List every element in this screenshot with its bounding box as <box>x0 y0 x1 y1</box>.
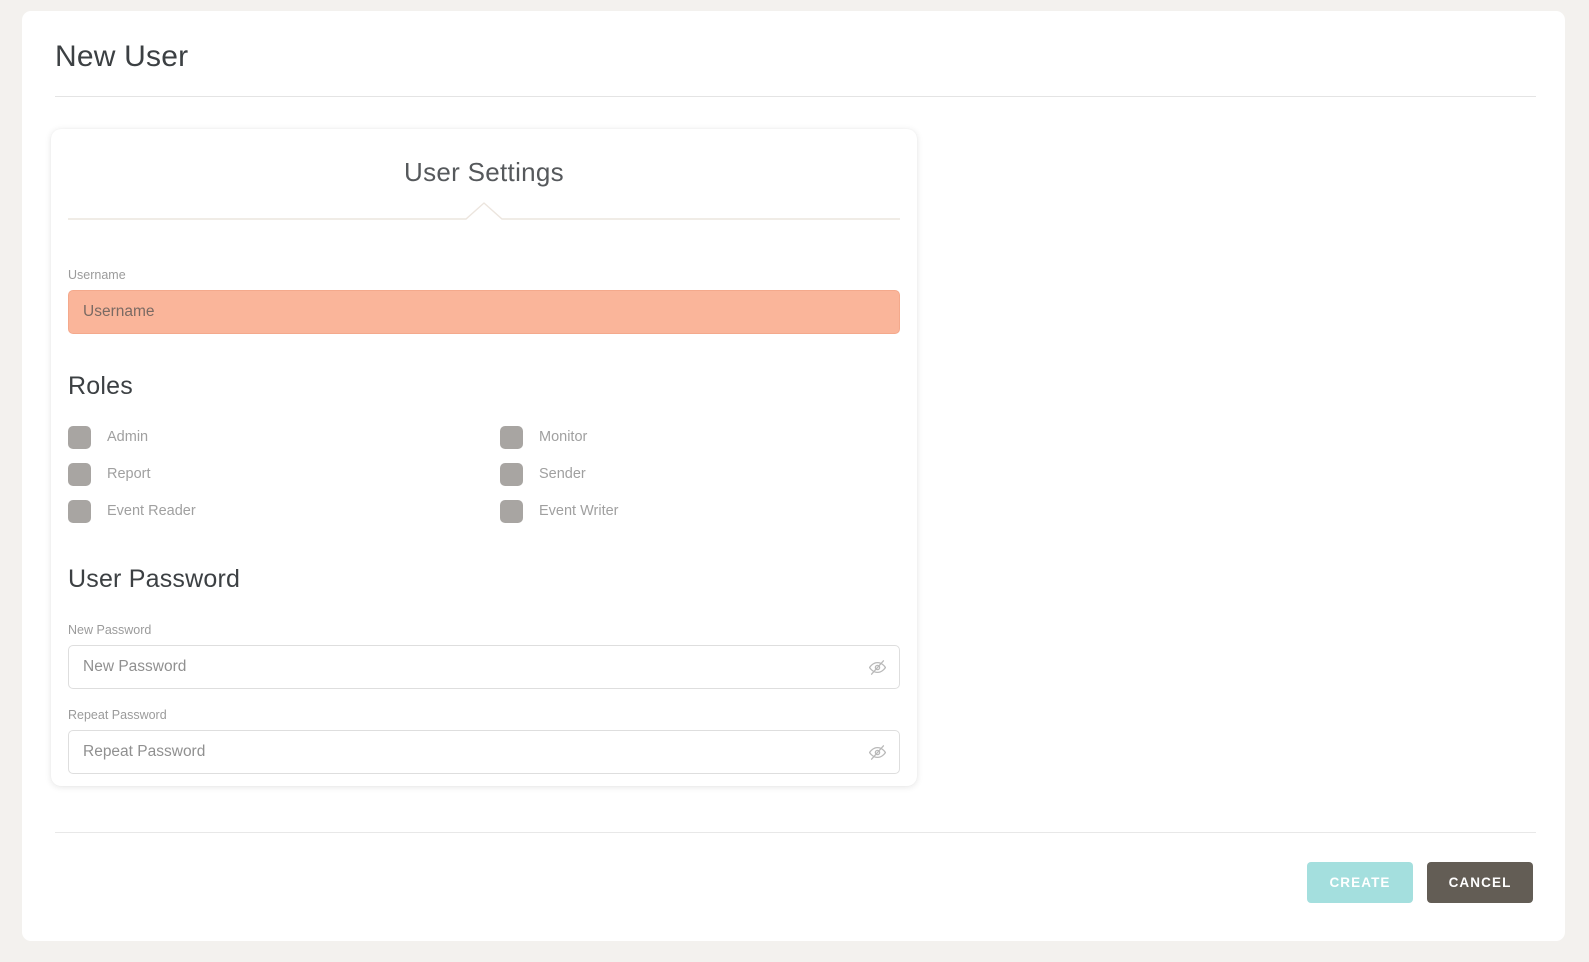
user-settings-card: User Settings Username Roles Admin <box>51 129 917 786</box>
role-label: Event Reader <box>107 503 196 519</box>
checkbox-sender-icon[interactable] <box>500 462 523 486</box>
repeat-password-field-group: Repeat Password <box>68 707 900 774</box>
eye-off-icon[interactable] <box>866 741 888 763</box>
header-divider <box>55 96 1536 97</box>
roles-grid: Admin Report Event Reader Monitor Sender… <box>68 425 900 541</box>
username-field-group: Username <box>68 267 900 334</box>
checkbox-monitor-icon[interactable] <box>500 425 523 449</box>
role-row[interactable]: Event Reader <box>68 499 196 523</box>
page-title: New User <box>55 40 189 73</box>
repeat-password-input[interactable] <box>68 730 900 774</box>
roles-heading: Roles <box>68 372 133 400</box>
checkbox-event-writer-icon[interactable] <box>500 499 523 523</box>
role-row[interactable]: Monitor <box>500 425 587 449</box>
cancel-button[interactable]: CANCEL <box>1427 862 1533 903</box>
checkbox-report-icon[interactable] <box>68 462 91 486</box>
role-label: Admin <box>107 429 149 445</box>
role-label: Event Writer <box>539 503 619 519</box>
new-user-page-panel: New User User Settings Username Roles <box>22 11 1565 941</box>
user-password-section: User Password New Password New Password … <box>68 565 900 774</box>
checkbox-event-reader-icon[interactable] <box>68 499 91 523</box>
new-password-label: New Password <box>68 623 152 637</box>
create-button[interactable]: CREATE <box>1307 862 1413 903</box>
card-title-divider <box>68 201 900 225</box>
eye-off-icon[interactable] <box>866 656 888 678</box>
checkbox-admin-icon[interactable] <box>68 425 91 449</box>
role-row[interactable]: Report <box>68 462 151 486</box>
role-label: Monitor <box>539 429 588 445</box>
role-row[interactable]: Sender <box>500 462 586 486</box>
roles-section: Roles Admin Report Event Reader Monitor … <box>68 372 900 541</box>
footer-actions: CREATE CANCEL <box>1307 862 1533 903</box>
role-row[interactable]: Admin <box>68 425 148 449</box>
repeat-password-label: Repeat Password <box>68 708 167 722</box>
username-input[interactable] <box>68 290 900 334</box>
username-label: Username <box>68 268 126 282</box>
user-password-heading: User Password <box>68 565 241 593</box>
user-settings-form: Username Roles Admin Report <box>68 239 900 774</box>
footer-divider <box>55 832 1536 833</box>
card-title: User Settings <box>404 157 564 187</box>
role-row[interactable]: Event Writer <box>500 499 619 523</box>
new-password-field-group: New Password <box>68 622 900 689</box>
role-label: Sender <box>539 466 586 482</box>
role-label: Report <box>107 466 151 482</box>
new-password-input[interactable] <box>68 645 900 689</box>
